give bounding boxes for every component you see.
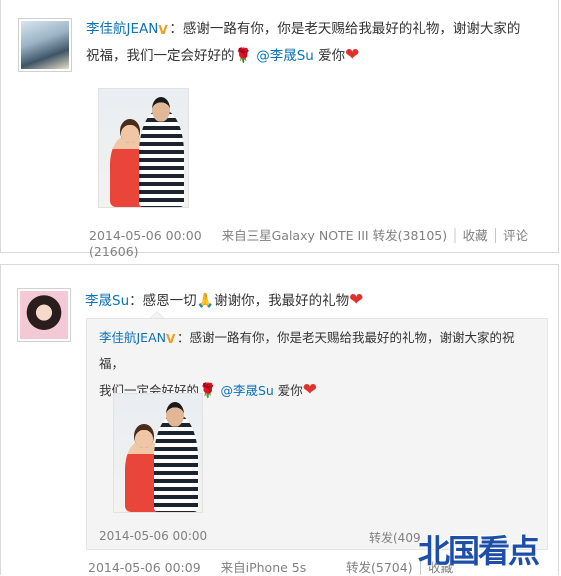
mention-link[interactable]: @李晟Su xyxy=(220,383,273,398)
watermark-logo: 北国看点 xyxy=(418,532,540,570)
post-text-b: 祝福，我们一定会好好的 xyxy=(86,48,235,64)
post-date[interactable]: 2014-05-06 00:09 xyxy=(88,560,201,575)
post-text: 李晟Su：感恩一切🙏谢谢你，我最好的礼物❤ xyxy=(85,287,551,314)
post-source: 来自三星Galaxy NOTE III xyxy=(221,228,369,243)
post-photo[interactable] xyxy=(98,88,189,208)
avatar[interactable] xyxy=(17,288,71,342)
post-date[interactable]: 2014-05-06 00:00 xyxy=(89,228,202,243)
post-text-a: ：感谢一路有你，你是老天赐给我最好的礼物，谢谢大家的 xyxy=(169,21,521,37)
quote-arrow xyxy=(150,311,164,318)
quoted-author-name[interactable]: 李佳航JEAN xyxy=(99,330,166,345)
post-meta: 2014-05-06 00:00 来自三星Galaxy NOTE III 转发(… xyxy=(89,228,529,259)
quoted-text-c: 爱你 xyxy=(273,383,303,398)
quoted-post-photo[interactable] xyxy=(113,393,203,513)
heart-icon: ❤ xyxy=(349,290,364,310)
heart-icon: ❤ xyxy=(345,45,360,65)
repost-link[interactable]: 转发(38105) xyxy=(373,228,448,243)
post-text-b: 谢谢你，我最好的礼物 xyxy=(214,293,350,309)
avatar[interactable] xyxy=(18,18,72,72)
verified-icon: V xyxy=(158,23,168,37)
post-text: 李佳航JEANV ：感谢一路有你，你是老天赐给我最好的礼物，谢谢大家的 祝福，我们… xyxy=(86,16,552,69)
heart-icon: ❤ xyxy=(302,380,318,400)
post-text-a: ：感恩一切 xyxy=(129,293,197,309)
favorite-link[interactable]: 收藏 xyxy=(463,228,488,243)
post-text-c: 爱你 xyxy=(313,48,346,64)
quoted-post-date[interactable]: 2014-05-06 00:00 xyxy=(99,529,207,543)
author-name[interactable]: 李佳航JEAN xyxy=(86,21,158,37)
weibo-post-1: 李佳航JEANV ：感谢一路有你，你是老天赐给我最好的礼物，谢谢大家的 祝福，我们… xyxy=(0,0,559,259)
verified-icon: V xyxy=(166,332,176,346)
pray-icon: 🙏 xyxy=(196,293,215,309)
mention-link[interactable]: @李晟Su xyxy=(256,48,314,64)
post-source: 来自iPhone 5s xyxy=(220,560,307,575)
author-name[interactable]: 李晟Su xyxy=(85,293,129,309)
quoted-repost-link[interactable]: 转发(409 xyxy=(369,529,421,546)
quoted-post: 李佳航JEANV ：感谢一路有你，你是老天赐给我最好的礼物，谢谢大家的祝福， 我们… xyxy=(86,318,548,550)
repost-link[interactable]: 转发(5704) xyxy=(346,560,413,575)
rose-icon: 🌹 xyxy=(234,48,252,64)
